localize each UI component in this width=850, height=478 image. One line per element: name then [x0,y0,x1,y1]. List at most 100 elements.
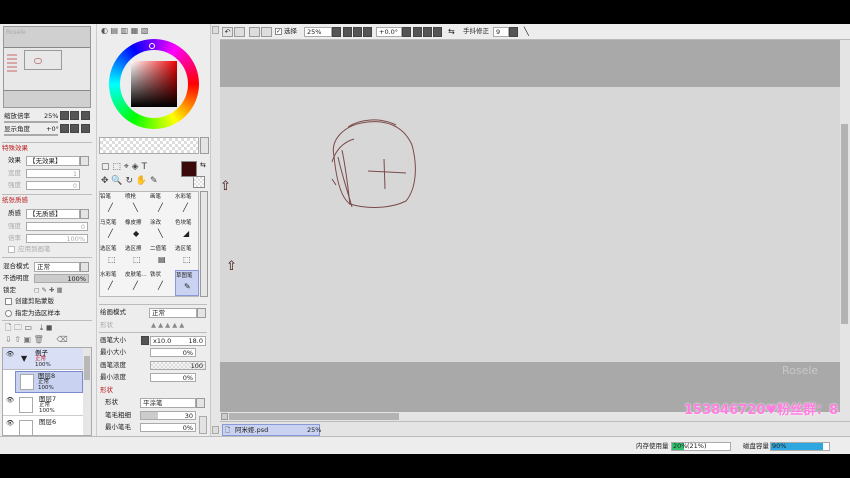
selection-tools[interactable]: ▢ ⬚ ⌖ ◈ T [101,163,147,172]
eye-icon[interactable]: 👁 [6,419,14,428]
tool-15[interactable]: 草图笔 ✎ [175,270,199,296]
rotate-reset-button[interactable] [81,124,90,133]
angle-select[interactable]: +0.0° [376,27,402,37]
zoom-select[interactable]: 25% [304,27,332,37]
effects-header[interactable]: 特殊效果 [2,144,28,153]
brush-settings-scrollbar[interactable] [199,416,207,434]
shape2-dropdown[interactable] [196,398,205,408]
rotate-left-button[interactable] [60,124,69,133]
thickness-field[interactable]: 30 [140,411,196,420]
toolbar-zoom-reset[interactable] [363,27,372,37]
rotate-right-button[interactable] [70,124,79,133]
apply-to-brush-checkbox[interactable] [8,246,15,253]
zoom-slider[interactable] [4,121,58,123]
color-wheel[interactable] [109,39,199,129]
rotate-reset-toolbar[interactable] [433,27,442,37]
canvas-area[interactable]: Rosele ⇧ ⇧ [220,40,840,412]
brush-size-field[interactable]: x10.0 18.0 [150,336,206,346]
texture-header[interactable]: 纸张质感 [2,196,28,205]
effect-width-field[interactable]: 1 [26,169,80,178]
stabilizer-dropdown[interactable] [509,27,518,37]
show-selection-checkbox[interactable]: ✓ [275,28,282,35]
rotate-ccw-button[interactable] [413,27,422,37]
min-density-field[interactable]: 0% [150,373,196,382]
min-size-field[interactable]: 0% [150,348,196,357]
shape-section-header[interactable]: 形状 [100,386,113,395]
eye-icon[interactable]: 👁 [6,396,14,405]
texture-strength-field[interactable]: 0 [26,222,88,231]
invert-selection-button[interactable] [261,27,272,37]
tool-14[interactable]: 铁状 ╱ [150,270,174,296]
tool-1[interactable]: 喷枪 ╲ [125,192,149,218]
selection-sample-checkbox[interactable] [5,310,12,317]
toolbar-zoom-in[interactable] [353,27,362,37]
draw-mode-select[interactable]: 正常 [149,308,197,318]
effect-select[interactable]: 【无效果】 [26,156,80,166]
color-square[interactable] [131,61,177,107]
panel-splitter[interactable] [210,24,220,436]
tool-10[interactable]: 二值笔 ▤ [150,244,174,270]
toolbar-zoom-out[interactable] [343,27,352,37]
draw-mode-dropdown[interactable] [197,308,206,318]
tool-6[interactable]: 涂改 ╲ [150,218,174,244]
zoom-out-button[interactable] [60,111,69,120]
effect-intensity-field[interactable]: 0 [26,181,80,190]
brush-density-field[interactable]: 100 [150,361,206,370]
texture-dropdown-button[interactable] [80,209,89,219]
blend-mode-select[interactable]: 正常 [34,262,80,272]
min-hair-field[interactable]: 0% [140,423,196,432]
brush-shape-buttons[interactable]: ▲ ▲ ▲ ▲ ▲ [151,321,184,330]
layer-buttons-row2[interactable]: ⇩ ⇧ ▣ 🗑 ⌫ [5,335,68,344]
tool-2[interactable]: 画笔 ╱ [150,192,174,218]
rotate-cw-button[interactable] [423,27,432,37]
brush-size-multiplier-button[interactable] [141,336,149,345]
navigation-tools[interactable]: ✥ 🔍 ↻ ✋ ✎ [101,177,157,186]
navigator-preview[interactable]: Rosele [3,26,91,108]
shape2-select[interactable]: 平涂笔 [140,398,196,408]
color-history-scroll[interactable] [200,137,209,154]
texture-scale-field[interactable]: 100% [26,234,88,243]
tool-4[interactable]: 马克笔 ╱ [100,218,124,244]
swap-colors-icon[interactable]: ⇆ [200,161,206,170]
undo-button[interactable]: ↶ [222,27,233,37]
color-mode-buttons[interactable]: ◐ ▤ ▥ ▦ ▧ [101,26,148,35]
tool-11[interactable]: 选区笔 ⬚ [175,244,199,270]
document-tab[interactable]: 🗋 阿米娅.psd 25% [222,424,321,436]
secondary-color-swatch[interactable] [193,176,205,188]
eye-icon[interactable]: 👁 [6,350,14,359]
layer-row[interactable]: 👁 图层6 [3,417,83,435]
flip-icon[interactable]: ⇆ [448,27,455,36]
tool-7[interactable]: 色块笔 ◢ [175,218,199,244]
toolbar-zoom-dropdown[interactable] [332,27,341,37]
canvas-vertical-scrollbar[interactable] [840,40,850,412]
folder-expand-icon[interactable]: ▼ [21,354,27,363]
pen-line-icon[interactable]: ╲ [524,27,529,36]
redo-button[interactable] [234,27,245,37]
tool-5[interactable]: 橡皮擦 ◆ [125,218,149,244]
layer-list-scrollbar[interactable] [83,348,91,435]
tool-12[interactable]: 水彩笔 ╱ [100,270,124,296]
rotation-slider[interactable] [4,134,58,136]
color-history[interactable] [99,137,199,154]
clip-mask-checkbox[interactable] [5,298,12,305]
hue-marker[interactable] [149,43,155,49]
tool-8[interactable]: 选区笔 ⬚ [100,244,124,270]
angle-dropdown[interactable] [402,27,411,37]
blend-mode-dropdown-button[interactable] [80,262,89,272]
layer-row-folder[interactable]: 👁 ▼ 例子 正常 100% [3,348,83,370]
effect-dropdown-button[interactable] [80,156,89,166]
stabilizer-select[interactable]: 9 [493,27,509,37]
layer-row-selected[interactable]: 图层8 正常 100% [15,371,83,393]
tool-0[interactable]: 铅笔 ╱ [100,192,124,218]
zoom-reset-button[interactable] [81,111,90,120]
tool-13[interactable]: 皮肤笔... ╱ [125,270,149,296]
tool-9[interactable]: 选区擦 ⬚ [125,244,149,270]
deselect-button[interactable] [249,27,260,37]
opacity-slider[interactable]: 100% [34,274,89,283]
tool-grid-scrollbar[interactable] [200,191,208,297]
lock-icons[interactable]: ◻ ✎ ✚ ▦ [34,286,63,295]
current-color-swatch[interactable] [181,161,197,177]
canvas-paper[interactable] [220,87,840,362]
texture-select[interactable]: 【无质感】 [26,209,80,219]
zoom-in-button[interactable] [70,111,79,120]
